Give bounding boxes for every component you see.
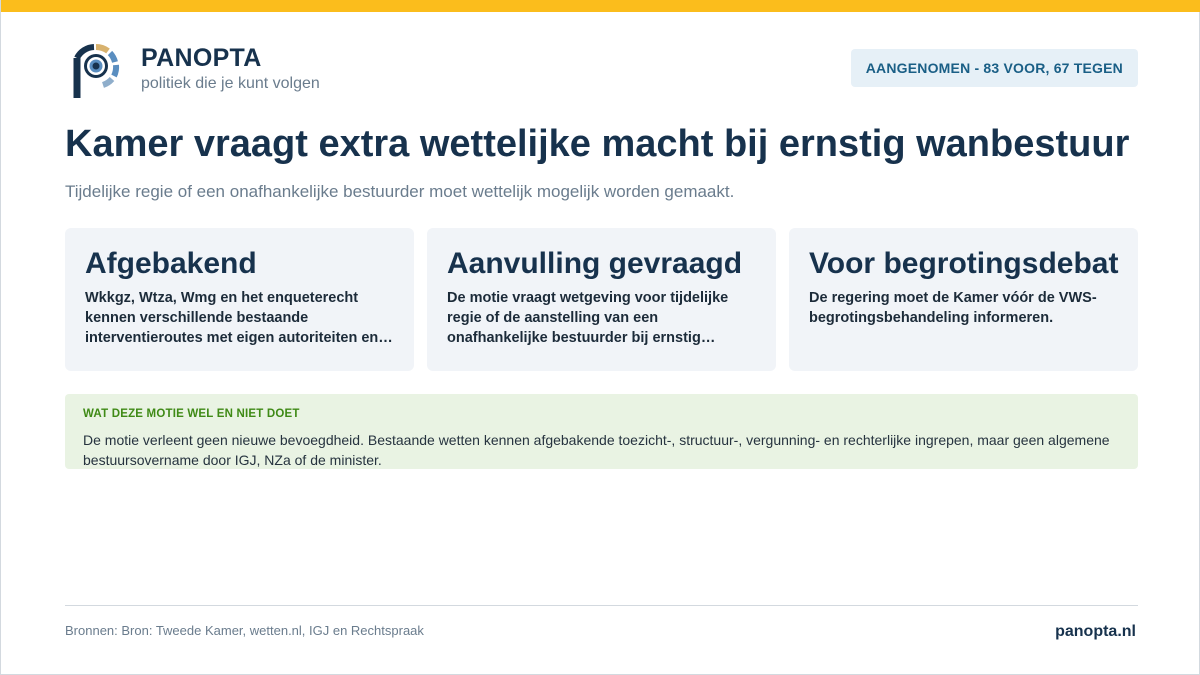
card-title: Afgebakend — [85, 247, 257, 280]
summary-card: Afgebakend Wkkgz, Wtza, Wmg en het enque… — [65, 228, 414, 371]
note-text: De motie verleent geen nieuwe bevoegdhei… — [83, 432, 1110, 468]
card-text: De motie vraagt wetgeving voor tijdelijk… — [447, 290, 729, 346]
note-heading: WAT DEZE MOTIE WEL EN NIET DOET — [83, 408, 300, 420]
summary-card: Aanvulling gevraagd De motie vraagt wetg… — [427, 228, 776, 371]
card-title: Aanvulling gevraagd — [447, 247, 743, 280]
summary-card: Voor begrotingsdebat De regering moet de… — [789, 228, 1138, 371]
sources-text: Bronnen: Bron: Tweede Kamer, wetten.nl, … — [65, 623, 424, 638]
footer-divider — [65, 605, 1138, 606]
status-badge: AANGENOMEN - 83 VOOR, 67 TEGEN — [850, 49, 1138, 87]
panopta-eye-logo-icon — [73, 44, 120, 98]
footer-url: panopta.nl — [1055, 623, 1136, 640]
card-text: Wkkgz, Wtza, Wmg en het enqueterecht ken… — [85, 290, 379, 346]
summary-cards: Afgebakend Wkkgz, Wtza, Wmg en het enque… — [65, 228, 1138, 371]
card-title: Voor begrotingsdebat — [809, 247, 1119, 280]
header: PANOPTA politiek die je kunt volgen AANG… — [65, 40, 1138, 102]
card-text: De regering moet de Kamer vóór de VWS-be… — [809, 290, 1097, 326]
brand-name: PANOPTA — [141, 44, 262, 72]
page-title: Kamer vraagt extra wettelijke macht bij … — [65, 123, 1130, 165]
brand-tagline: politiek die je kunt volgen — [141, 75, 320, 92]
page-subtitle: Tijdelijke regie of een onafhankelijke b… — [65, 182, 735, 201]
accent-top-bar — [1, 0, 1200, 12]
social-card: PANOPTA politiek die je kunt volgen AANG… — [0, 0, 1200, 675]
motion-explanation-note: WAT DEZE MOTIE WEL EN NIET DOET De motie… — [65, 394, 1138, 469]
